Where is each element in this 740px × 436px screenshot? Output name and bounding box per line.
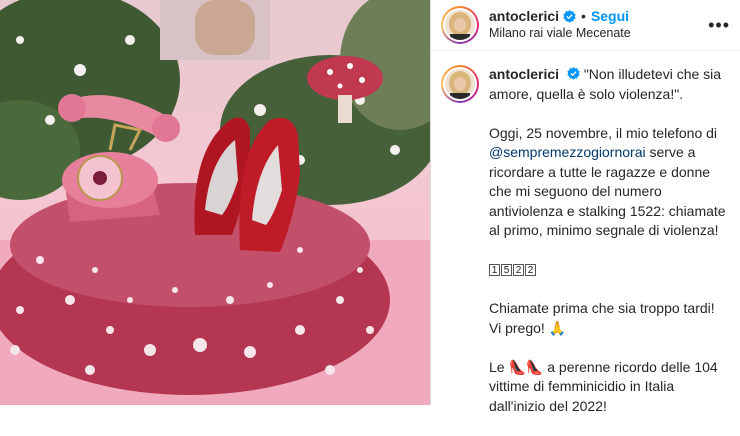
caption-paragraph-3: 1 5 2 2 xyxy=(489,260,730,280)
instagram-post: antoclerici • Segui Milano rai viale Mec… xyxy=(0,0,740,414)
number-digit-3: 2 xyxy=(513,264,524,277)
caption-p5-prefix: Le xyxy=(489,358,509,375)
post-header: antoclerici • Segui Milano rai viale Mec… xyxy=(431,0,740,51)
header-text: antoclerici • Segui Milano rai viale Mec… xyxy=(489,8,631,42)
header-separator: • xyxy=(581,8,586,24)
avatar-portrait-icon xyxy=(445,10,475,40)
high-heel-emoji: 👠👠 xyxy=(508,358,544,375)
author-avatar[interactable] xyxy=(441,6,479,44)
pray-emoji: 🙏 xyxy=(548,319,567,336)
figure-legs xyxy=(195,0,255,55)
caption-verified-badge-icon xyxy=(567,67,580,80)
author-username[interactable]: antoclerici xyxy=(489,8,559,25)
caption-avatar[interactable] xyxy=(441,65,479,103)
more-options-icon[interactable]: ••• xyxy=(708,15,730,36)
small-mushroom-cap xyxy=(307,56,383,100)
post-caption: antoclerici "Non illudetevi che sia amor… xyxy=(431,51,740,436)
caption-paragraph-1: antoclerici "Non illudetevi che sia amor… xyxy=(489,65,730,104)
post-side-panel: antoclerici • Segui Milano rai viale Mec… xyxy=(430,0,740,414)
avatar-image xyxy=(445,10,475,40)
caption-paragraph-4: Chiamate prima che sia troppo tardi! Vi … xyxy=(489,299,730,338)
number-digit-1: 1 xyxy=(489,264,500,277)
phone-mouthpiece xyxy=(152,114,180,142)
header-top-row: antoclerici • Segui xyxy=(489,8,631,25)
number-digit-2: 5 xyxy=(501,264,512,277)
caption-avatar-portrait-icon xyxy=(445,69,475,99)
caption-avatar-ring-gap xyxy=(443,67,477,101)
photo-illustration xyxy=(0,0,430,405)
verified-badge-icon xyxy=(563,10,576,23)
caption-username[interactable]: antoclerici xyxy=(489,66,559,82)
caption-paragraph-2: Oggi, 25 novembre, il mio telefono di @s… xyxy=(489,124,730,241)
avatar-ring-gap xyxy=(443,8,477,42)
phone-dial-center xyxy=(93,171,107,185)
caption-avatar-image xyxy=(445,69,475,99)
phone-earpiece xyxy=(58,94,86,122)
mention-link[interactable]: @sempremezzogiornorai xyxy=(489,144,646,160)
caption-paragraph-5: Le 👠👠 a perenne ricordo delle 104 vittim… xyxy=(489,358,730,417)
caption-text: antoclerici "Non illudetevi che sia amor… xyxy=(489,65,730,436)
post-location[interactable]: Milano rai viale Mecenate xyxy=(489,25,631,42)
caption-p4: Chiamate prima che sia troppo tardi! Vi … xyxy=(489,300,715,336)
boxed-number-1522: 1 5 2 2 xyxy=(489,264,536,277)
small-mushroom-stem xyxy=(338,95,352,123)
number-digit-4: 2 xyxy=(525,264,536,277)
follow-button[interactable]: Segui xyxy=(591,8,629,25)
post-photo[interactable] xyxy=(0,0,430,405)
mushroom-cap-top xyxy=(10,183,370,307)
caption-p2-before: Oggi, 25 novembre, il mio telefono di xyxy=(489,124,718,141)
